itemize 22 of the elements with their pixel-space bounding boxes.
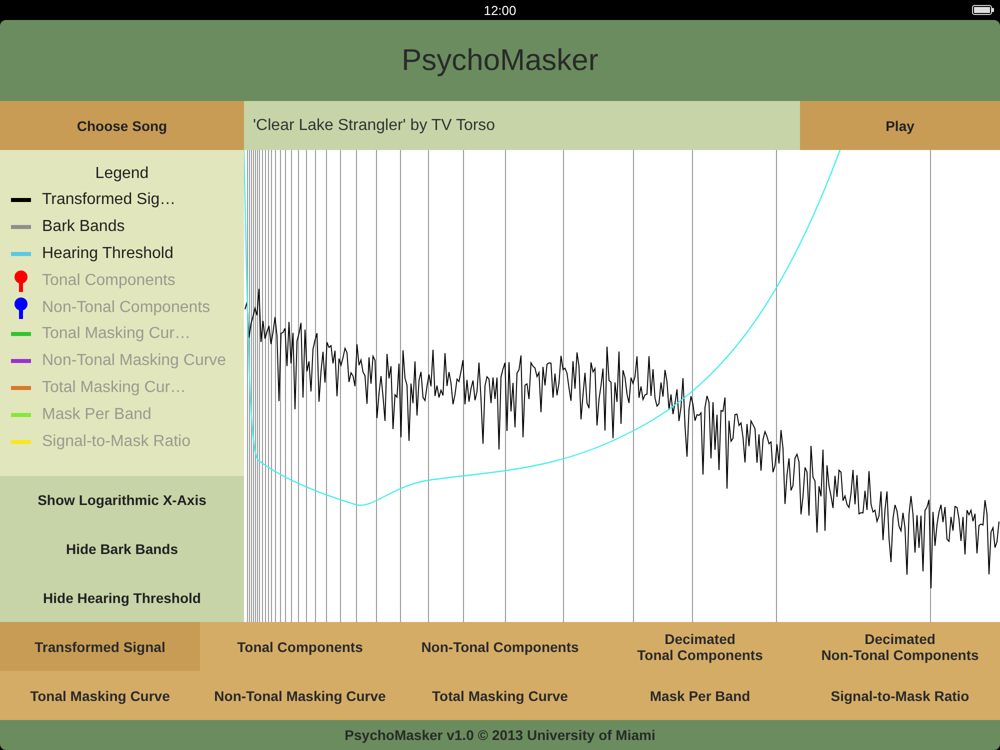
legend-label: Bark Bands [42,218,125,236]
view-button[interactable]: Transformed Signal [0,622,200,671]
legend-label: Non-Tonal Components [42,298,210,317]
song-title: 'Clear Lake Strangler' by TV Torso [244,101,800,150]
option-button[interactable]: Hide Bark Bands [0,524,244,574]
option-button[interactable]: Hide Hearing Threshold [0,573,244,622]
battery-icon [972,5,994,15]
legend-label: Tonal Components [42,272,176,290]
play-button[interactable]: Play [800,101,1000,150]
copyright-text: PsychoMasker v1.0 © 2013 University of Miami [344,727,656,743]
legend-label: Mask Per Band [42,406,152,424]
option-button[interactable]: Show Logarithmic X-Axis [0,476,244,525]
choose-song-button[interactable]: Choose Song [0,101,244,150]
legend-label: Transformed Sig… [42,191,176,210]
legend-title: Legend [94,165,150,183]
app-title: PsychoMasker [402,44,598,78]
legend-label: Hearing Threshold [42,244,174,263]
clock-time: 12:00 [484,2,516,18]
legend-label: Non-Tonal Masking Curve [42,352,226,370]
legend-label: Signal-to-Mask Ratio [42,432,190,451]
legend-label: Total Masking Cur… [42,378,186,397]
legend-label: Tonal Masking Cur… [42,325,190,344]
